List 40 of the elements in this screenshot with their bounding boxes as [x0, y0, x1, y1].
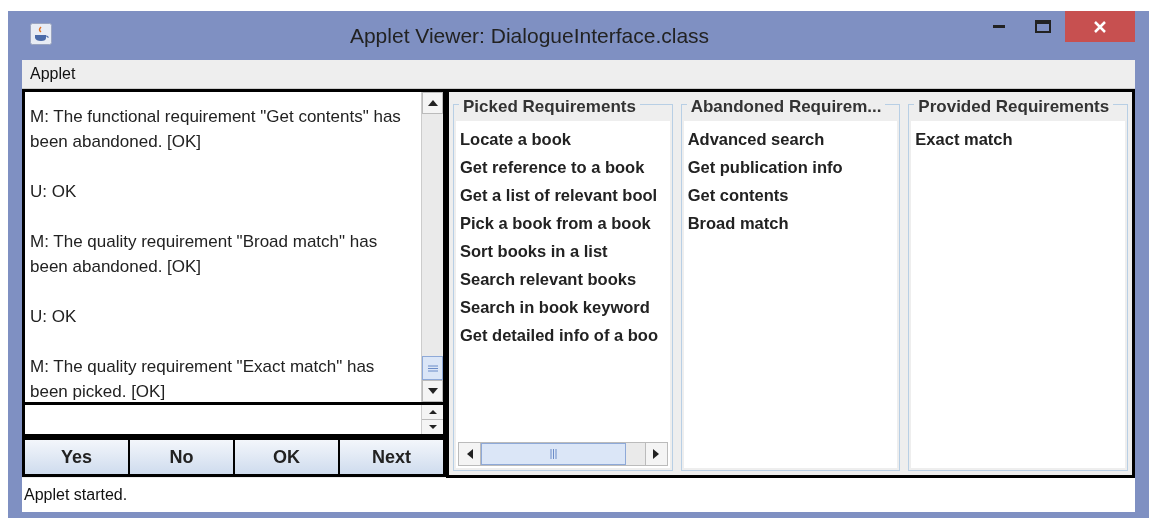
dialogue-button[interactable]: No: [130, 440, 233, 474]
cup-icon: [30, 23, 52, 45]
window-title: Applet Viewer: DialogueInterface.class: [348, 22, 711, 49]
minimize-icon: [993, 24, 1005, 28]
dialogue-message: M: The quality requirement "Exact match" has been picked. [OK]: [30, 356, 376, 402]
close-icon: [1094, 20, 1106, 33]
list-item[interactable]: Get a list of relevant bool: [456, 181, 662, 209]
list-item[interactable]: Exact match: [911, 125, 1017, 153]
left-arrow-icon: [466, 449, 473, 459]
up-arrow-icon: [427, 100, 438, 106]
scroll-thumb[interactable]: [481, 443, 626, 465]
status-text: Applet started.: [22, 478, 1135, 512]
dialogue-button[interactable]: OK: [235, 440, 338, 474]
down-arrow-icon: [427, 388, 438, 394]
list-item[interactable]: Locate a book: [456, 125, 575, 153]
list-item[interactable]: Get detailed info of a boo: [456, 321, 662, 349]
list-item[interactable]: Pick a book from a book: [456, 209, 655, 237]
dialogue-message: M: The functional requirement "Get contents" has been abandoned. [OK]: [30, 106, 402, 153]
dialogue-message: M: The quality requirement "Broad match" has been abandoned. [OK]: [30, 231, 379, 278]
menu-item[interactable]: Applet: [30, 62, 76, 86]
horizontal-scrollbar[interactable]: [458, 442, 668, 466]
spinner[interactable]: [421, 405, 443, 434]
dialogue-button[interactable]: Yes: [25, 440, 128, 474]
list-item[interactable]: Get publication info: [683, 153, 847, 181]
dialogue-button[interactable]: Next: [340, 440, 443, 474]
maximize-icon: [1035, 19, 1051, 33]
list-item[interactable]: Broad match: [683, 209, 793, 237]
list-item[interactable]: Get reference to a book: [456, 153, 649, 181]
list-item[interactable]: Search relevant books: [456, 265, 641, 293]
dialogue-message: U: OK: [30, 306, 78, 328]
dialogue-message: U: OK: [30, 181, 78, 203]
close-button[interactable]: [1065, 11, 1135, 42]
list-item[interactable]: Advanced search: [683, 125, 829, 153]
list-item[interactable]: Sort books in a list: [456, 237, 612, 265]
vertical-scrollbar[interactable]: [421, 92, 443, 402]
list-item[interactable]: Get contents: [683, 181, 793, 209]
list-item[interactable]: Search in book keyword: [456, 293, 654, 321]
input-field[interactable]: [22, 405, 446, 437]
scroll-thumb[interactable]: [422, 356, 443, 380]
right-arrow-icon: [653, 449, 660, 459]
